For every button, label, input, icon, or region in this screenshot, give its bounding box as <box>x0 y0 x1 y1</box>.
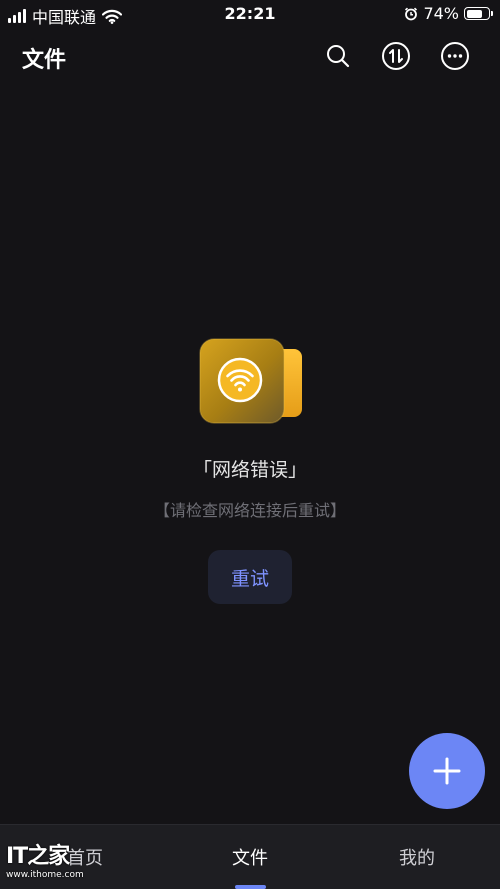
files-screen: 中国联通 22:21 74% 文件 「网络错误」 【请检查网络连接后重试】 重试… <box>0 0 500 889</box>
plus-icon <box>433 757 461 785</box>
retry-button[interactable]: 重试 <box>208 550 292 604</box>
search-button[interactable] <box>322 40 354 72</box>
tab-mine[interactable]: 我的 <box>372 825 462 889</box>
watermark-logo: IT之家 <box>6 844 70 869</box>
status-right: 74% <box>404 4 493 23</box>
battery-level-fill <box>466 9 483 18</box>
tab-files[interactable]: 文件 <box>205 825 295 889</box>
transfer-button[interactable] <box>380 40 412 72</box>
status-bar: 中国联通 22:21 74% <box>0 0 500 28</box>
battery-percent: 74% <box>423 4 459 23</box>
active-tab-indicator <box>235 885 266 889</box>
add-button[interactable] <box>409 733 485 809</box>
search-icon <box>327 45 350 68</box>
page-title: 文件 <box>22 48 67 73</box>
more-icon <box>441 42 469 70</box>
error-title: 「网络错误」 <box>192 459 307 481</box>
transfer-icon <box>382 42 410 70</box>
watermark-url: www.ithome.com <box>6 870 84 880</box>
error-hint: 【请检查网络连接后重试】 <box>153 501 346 520</box>
header: 文件 <box>0 36 500 76</box>
network-error-icon <box>199 338 302 424</box>
battery-icon <box>464 7 493 20</box>
alarm-icon <box>405 7 418 20</box>
more-button[interactable] <box>439 40 471 72</box>
watermark: IT之家 www.ithome.com <box>6 844 84 884</box>
